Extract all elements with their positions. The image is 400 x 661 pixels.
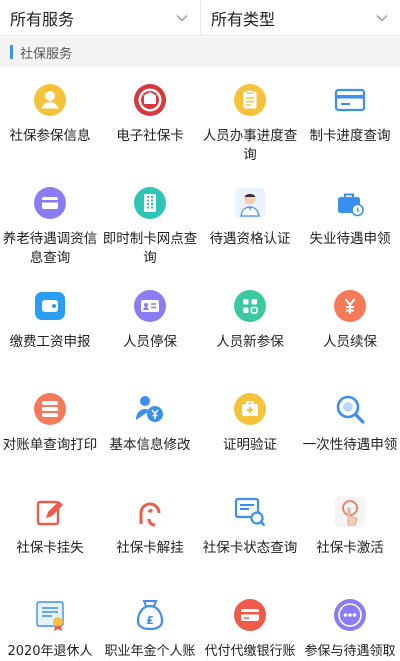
service-item-label: 基本信息修改 xyxy=(109,437,191,453)
certificate-icon xyxy=(33,598,67,632)
service-item-label: 社保卡挂失 xyxy=(16,540,84,556)
filter-bar: 所有服务 所有类型 xyxy=(0,0,400,36)
section-accent-bar xyxy=(10,45,13,59)
service-item-label: 待遇资格认证 xyxy=(209,231,291,247)
service-item[interactable]: 社保参保信息 xyxy=(0,68,100,171)
chevron-down-icon xyxy=(376,14,388,22)
service-item[interactable]: 人员续保 xyxy=(300,274,400,377)
service-item[interactable]: 参保与待遇领取 xyxy=(300,583,400,661)
types-filter[interactable]: 所有类型 xyxy=(200,0,400,36)
service-grid: 社保参保信息 电子社保卡 人员办事进度查询 制卡进度查询养老待遇调资信息查询 即时制卡网… xyxy=(0,68,400,661)
service-item-label: 对账单查询打印 xyxy=(2,437,98,453)
briefcase-icon xyxy=(333,186,367,220)
service-item[interactable]: 缴费工资申报 xyxy=(0,274,100,377)
card-icon xyxy=(333,83,367,117)
service-item-label: 电子社保卡 xyxy=(116,128,184,144)
building-icon xyxy=(133,186,167,220)
service-item[interactable]: 人员停保 xyxy=(100,274,200,377)
service-item[interactable]: 人员办事进度查询 xyxy=(200,68,300,171)
user-badge-icon xyxy=(33,83,67,117)
service-item-label: 社保卡状态查询 xyxy=(202,540,298,556)
service-item[interactable]: 即时制卡网点查询 xyxy=(100,171,200,274)
service-item[interactable]: £ 职业年金个人账 xyxy=(100,583,200,661)
service-item-label: 失业待遇申领 xyxy=(309,231,391,247)
service-item[interactable]: 2020年退休人 xyxy=(0,583,100,661)
service-item[interactable]: 对账单查询打印 xyxy=(0,377,100,480)
service-item-label: 人员停保 xyxy=(123,334,177,350)
more-dots-icon xyxy=(333,598,367,632)
service-item[interactable]: 一次性待遇申领 xyxy=(300,377,400,480)
service-item-label: 人员续保 xyxy=(323,334,377,350)
service-item-label: 参保与待遇领取 xyxy=(304,644,396,659)
apps-grid-icon xyxy=(233,289,267,323)
svg-text:£: £ xyxy=(146,614,154,627)
service-item-label: 代付代缴银行账 xyxy=(204,644,296,659)
service-item[interactable]: 电子社保卡 xyxy=(100,68,200,171)
medical-kit-icon xyxy=(233,392,267,426)
service-item[interactable]: 基本信息修改 xyxy=(100,377,200,480)
types-filter-label: 所有类型 xyxy=(211,10,276,29)
service-item-label: 一次性待遇申领 xyxy=(302,437,398,453)
service-item-label: 职业年金个人账 xyxy=(104,644,196,659)
services-filter-label: 所有服务 xyxy=(10,10,75,29)
service-item-label: 社保参保信息 xyxy=(9,128,91,144)
section-title: 社保服务 xyxy=(20,46,73,62)
clipboard-progress-icon xyxy=(233,83,267,117)
touch-activate-icon xyxy=(333,495,367,529)
money-bag-icon: £ xyxy=(133,598,167,632)
service-item[interactable]: 代付代缴银行账 xyxy=(200,583,300,661)
search-magnifier-icon xyxy=(333,392,367,426)
service-item[interactable]: 社保卡状态查询 xyxy=(200,480,300,583)
id-card-icon xyxy=(133,289,167,323)
edit-icon xyxy=(33,495,67,529)
list-document-icon xyxy=(33,392,67,426)
service-item-label: 社保卡激活 xyxy=(316,540,384,556)
service-item[interactable]: 人员新参保 xyxy=(200,274,300,377)
service-item-label: 社保卡解挂 xyxy=(116,540,184,556)
service-item[interactable]: 失业待遇申领 xyxy=(300,171,400,274)
service-item[interactable]: 社保卡激活 xyxy=(300,480,400,583)
services-filter[interactable]: 所有服务 xyxy=(0,0,200,36)
service-item[interactable]: 社保卡解挂 xyxy=(100,480,200,583)
wallet-card-icon xyxy=(33,186,67,220)
card-search-icon xyxy=(233,495,267,529)
service-item[interactable]: 制卡进度查询 xyxy=(300,68,400,171)
service-item-label: 证明验证 xyxy=(223,437,277,453)
unlock-hand-icon xyxy=(133,495,167,529)
service-item[interactable]: 社保卡挂失 xyxy=(0,480,100,583)
social-security-emblem-icon xyxy=(133,83,167,117)
section-header: 社保服务 xyxy=(0,37,400,67)
service-item-label: 人员新参保 xyxy=(216,334,284,350)
service-item-label: 2020年退休人 xyxy=(7,644,93,659)
service-item-label: 缴费工资申报 xyxy=(9,334,91,350)
person-portrait-icon xyxy=(233,186,267,220)
service-item[interactable]: 养老待遇调资信息查询 xyxy=(0,171,100,274)
bank-card-icon xyxy=(233,598,267,632)
service-item-label: 养老待遇调资信息查询 xyxy=(2,231,98,266)
service-item-label: 制卡进度查询 xyxy=(309,128,391,144)
service-item-label: 即时制卡网点查询 xyxy=(102,231,198,266)
service-item-label: 人员办事进度查询 xyxy=(202,128,298,163)
wallet-icon xyxy=(33,289,67,323)
person-yuan-icon xyxy=(133,392,167,426)
chevron-down-icon xyxy=(176,14,188,22)
service-item[interactable]: 证明验证 xyxy=(200,377,300,480)
yuan-coin-icon xyxy=(333,289,367,323)
service-item[interactable]: 待遇资格认证 xyxy=(200,171,300,274)
